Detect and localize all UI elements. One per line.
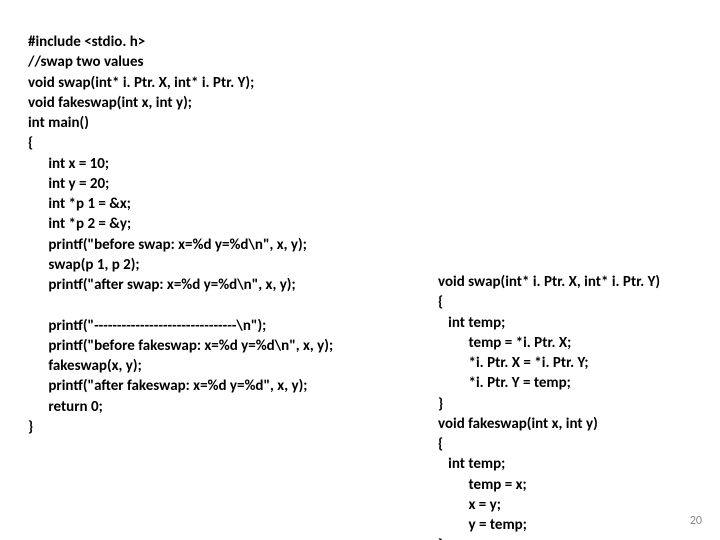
code-line: int temp;: [438, 455, 505, 473]
code-line: //swap two values: [28, 53, 144, 71]
code-line: #include <stdio. h>: [28, 33, 145, 51]
code-line: printf("after swap: x=%d y=%d\n", x, y);: [28, 276, 296, 294]
code-line: int temp;: [438, 314, 505, 332]
code-line: void swap(int* i. Ptr. X, int* i. Ptr. Y…: [28, 74, 254, 92]
code-line: }: [28, 418, 33, 436]
code-line: printf("-------------------------------\…: [28, 317, 266, 335]
code-line: *i. Ptr. Y = temp;: [438, 374, 571, 392]
code-line: printf("after fakeswap: x=%d y=%d", x, y…: [28, 377, 307, 395]
code-line: temp = x;: [438, 476, 527, 494]
page-number: 20: [690, 514, 702, 528]
code-line: }: [438, 536, 443, 540]
code-line: void fakeswap(int x, int y): [438, 415, 598, 433]
code-line: }: [438, 395, 443, 413]
code-line: x = y;: [438, 496, 501, 514]
code-line: int *p 1 = &x;: [28, 195, 131, 213]
code-line: *i. Ptr. X = *i. Ptr. Y;: [438, 354, 589, 372]
code-line: int *p 2 = &y;: [28, 215, 131, 233]
code-line: y = temp;: [438, 516, 527, 534]
code-line: void fakeswap(int x, int y);: [28, 94, 192, 112]
code-block-right: void swap(int* i. Ptr. X, int* i. Ptr. Y…: [438, 272, 660, 540]
slide: #include <stdio. h> //swap two values vo…: [0, 0, 720, 540]
code-line: temp = *i. Ptr. X;: [438, 334, 571, 352]
code-line: printf("before fakeswap: x=%d y=%d\n", x…: [28, 337, 333, 355]
code-line: int main(): [28, 114, 89, 132]
code-line: printf("before swap: x=%d y=%d\n", x, y)…: [28, 236, 307, 254]
code-block-left: #include <stdio. h> //swap two values vo…: [28, 32, 333, 437]
code-line: {: [438, 435, 443, 453]
code-line: int x = 10;: [28, 155, 109, 173]
code-line: swap(p 1, p 2);: [28, 256, 140, 274]
code-line: return 0;: [28, 398, 103, 416]
code-line: fakeswap(x, y);: [28, 357, 142, 375]
code-line: void swap(int* i. Ptr. X, int* i. Ptr. Y…: [438, 273, 660, 291]
code-line: {: [438, 293, 443, 311]
code-line: {: [28, 134, 33, 152]
code-line: int y = 20;: [28, 175, 109, 193]
